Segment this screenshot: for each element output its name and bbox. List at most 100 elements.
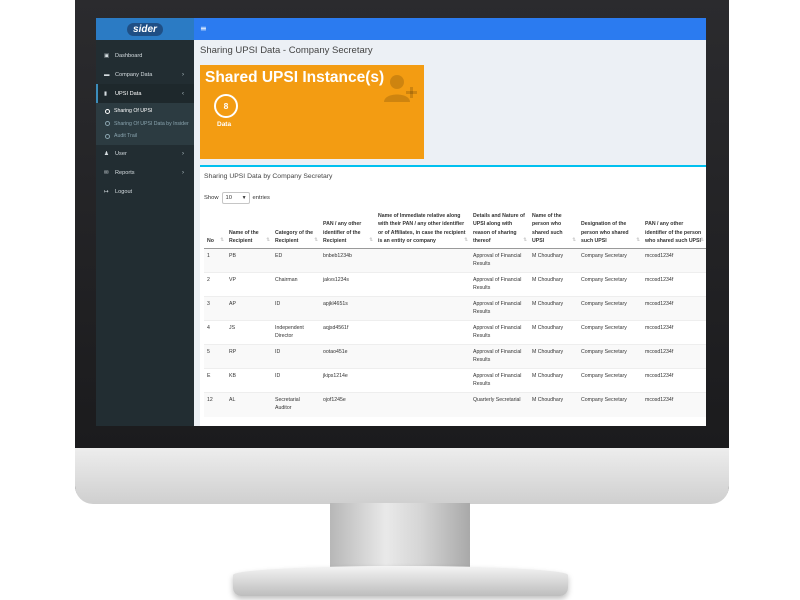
column-header[interactable]: Details and Nature of UPSI along with re… [470, 210, 529, 250]
chevron-left-icon: ‹ [182, 90, 184, 97]
sidebar-item-user[interactable]: ♟ User › [96, 145, 194, 164]
upsi-data-panel: Sharing UPSI Data by Company Secretary S… [200, 165, 706, 426]
table-cell: 2 [204, 272, 226, 297]
table-cell: aqjsd4561f [320, 320, 375, 345]
table-cell: AL [226, 392, 272, 417]
table-cell: RP [226, 344, 272, 369]
column-header[interactable]: Name of the person who shared such UPSI ⇅ [529, 210, 578, 250]
table-cell: Company Secretary [578, 296, 642, 321]
circle-icon [105, 133, 110, 139]
table-cell: Approval of Financial Results [470, 320, 529, 345]
submenu-item-label: Sharing Of UPSI Data by Insider [114, 120, 189, 127]
sidebar-item-upsi-data[interactable]: ▮ UPSI Data ‹ [96, 84, 194, 103]
table-cell: Approval of Financial Results [470, 296, 529, 321]
table-cell [375, 296, 470, 321]
column-header[interactable]: PAN / any other identifier of the person… [642, 210, 706, 250]
table-cell: bnbeb1234b [320, 248, 375, 273]
sort-icon: ⇅ [523, 236, 527, 242]
table-row[interactable]: 3 AP ID apjkl4651s Approval of Financial Res… [204, 296, 706, 321]
table-cell: ID [272, 344, 320, 369]
table-cell: Company Secretary [578, 392, 642, 417]
column-header[interactable]: Name of Immediate relative along with th… [375, 210, 470, 250]
logo-bar[interactable]: sider [96, 18, 194, 40]
column-header[interactable]: PAN / any other identifier of the Recipi… [320, 210, 375, 250]
main-content: Sharing UPSI Data - Company Secretary Sh… [194, 40, 706, 426]
sidebar-item-logout[interactable]: ↦ Logout [96, 183, 194, 202]
table-cell: ID [272, 368, 320, 393]
sidebar-item-label: User [115, 151, 127, 157]
chevron-down-icon: ▼ [241, 195, 247, 201]
circle-icon [105, 108, 110, 114]
table-cell: 3 [204, 296, 226, 321]
logout-icon: ↦ [104, 189, 109, 195]
table-cell: jkips1214e [320, 368, 375, 393]
stat-box-shared-upsi: Shared UPSI Instance(s) 8 Data [200, 65, 424, 159]
entries-select[interactable]: 10 ▼ [221, 192, 250, 204]
dashboard-icon: ▣ [104, 52, 110, 59]
table-row[interactable]: 5 RP ID ootao451e Approval of Financial Resu… [204, 344, 706, 369]
table-cell: 12 [204, 392, 226, 417]
sidebar-item-company-data[interactable]: ▬ Company Data › [96, 65, 194, 84]
table-cell: 4 [204, 320, 226, 345]
app-screen: sider ▣ Dashboard ▬ Company Data › ▮ UPS… [96, 18, 706, 426]
user-plus-icon [384, 75, 417, 102]
table-cell: KB [226, 368, 272, 393]
table-cell: M Choudhary [529, 248, 578, 273]
entries-length-control: Show 10 ▼ entries [204, 192, 270, 204]
table-cell: E [204, 368, 226, 393]
table-header-row: No ⇅ Name of the Recipient ⇅ Category of t… [204, 210, 706, 250]
table-cell: Approval of Financial Results [470, 344, 529, 369]
stat-label: Data [217, 121, 232, 128]
hamburger-icon[interactable]: ≡ [200, 24, 207, 33]
table-row[interactable]: 2 VP Chairman jakvs1234s Approval of Financi… [204, 272, 706, 297]
submenu-item-label: Audit Trail [114, 133, 138, 140]
sort-icon: ⇅ [464, 236, 468, 242]
table-cell: jakvs1234s [320, 272, 375, 297]
stat-value-badge: 8 [214, 94, 238, 118]
table-cell [375, 368, 470, 393]
entries-label: entries [252, 195, 270, 201]
table-cell: M Choudhary [529, 272, 578, 297]
submenu-item-audit-trail[interactable]: Audit Trail [96, 130, 194, 143]
table-cell [375, 320, 470, 345]
column-header[interactable]: Category of the Recipient ⇅ [272, 210, 320, 250]
table-row[interactable]: E KB ID jkips1214e Approval of Financial Res… [204, 368, 706, 393]
table-cell: AP [226, 296, 272, 321]
upsi-data-table: No ⇅ Name of the Recipient ⇅ Category of t… [204, 210, 706, 417]
table-cell: 1 [204, 248, 226, 273]
column-header[interactable]: Designation of the person who shared suc… [578, 210, 642, 250]
table-cell: mcosd1234f [642, 296, 706, 321]
table-cell: mcosd1234f [642, 272, 706, 297]
submenu-item-sharing-of-upsi[interactable]: Sharing Of UPSI [96, 105, 194, 118]
column-header[interactable]: Name of the Recipient ⇅ [226, 210, 272, 250]
upsi-submenu: Sharing Of UPSI Sharing Of UPSI Data by … [96, 103, 194, 145]
table-cell: mcosd1234f [642, 320, 706, 345]
table-cell: Independent Director [272, 320, 320, 345]
table-cell: mcosd1234f [642, 344, 706, 369]
sidebar-item-label: Logout [115, 189, 133, 195]
sidebar: sider ▣ Dashboard ▬ Company Data › ▮ UPS… [96, 18, 194, 426]
sidebar-item-label: Dashboard [115, 52, 143, 59]
sort-icon: ⇅ [636, 236, 640, 242]
sidebar-item-dashboard[interactable]: ▣ Dashboard [96, 46, 194, 65]
submenu-item-sharing-by-insider[interactable]: Sharing Of UPSI Data by Insider [96, 118, 194, 131]
table-row[interactable]: 1 PB ED bnbeb1234b Approval of Financial Res… [204, 248, 706, 273]
table-cell: M Choudhary [529, 296, 578, 321]
entries-select-value: 10 [225, 195, 232, 201]
page-title: Sharing UPSI Data - Company Secretary [200, 45, 373, 56]
stat-title: Shared UPSI Instance(s) [205, 69, 385, 86]
table-row[interactable]: 4 JS Independent Director aqjsd4561f Approva… [204, 320, 706, 345]
chevron-right-icon: › [182, 170, 184, 176]
table-row[interactable]: 12 AL Secretarial Auditor ojof1245e Quarterl… [204, 392, 706, 417]
table-cell: Company Secretary [578, 344, 642, 369]
table-cell: M Choudhary [529, 320, 578, 345]
sort-icon: ⇅ [266, 236, 270, 242]
table-cell: Chairman [272, 272, 320, 297]
table-cell: mcosd1234f [642, 392, 706, 417]
sidebar-item-reports[interactable]: ✉ Reports › [96, 164, 194, 183]
chevron-right-icon: › [182, 151, 184, 157]
sort-icon: ⇅ [314, 236, 318, 242]
column-header[interactable]: No ⇅ [204, 210, 226, 250]
table-cell: Company Secretary [578, 272, 642, 297]
table-cell: Secretarial Auditor [272, 392, 320, 417]
